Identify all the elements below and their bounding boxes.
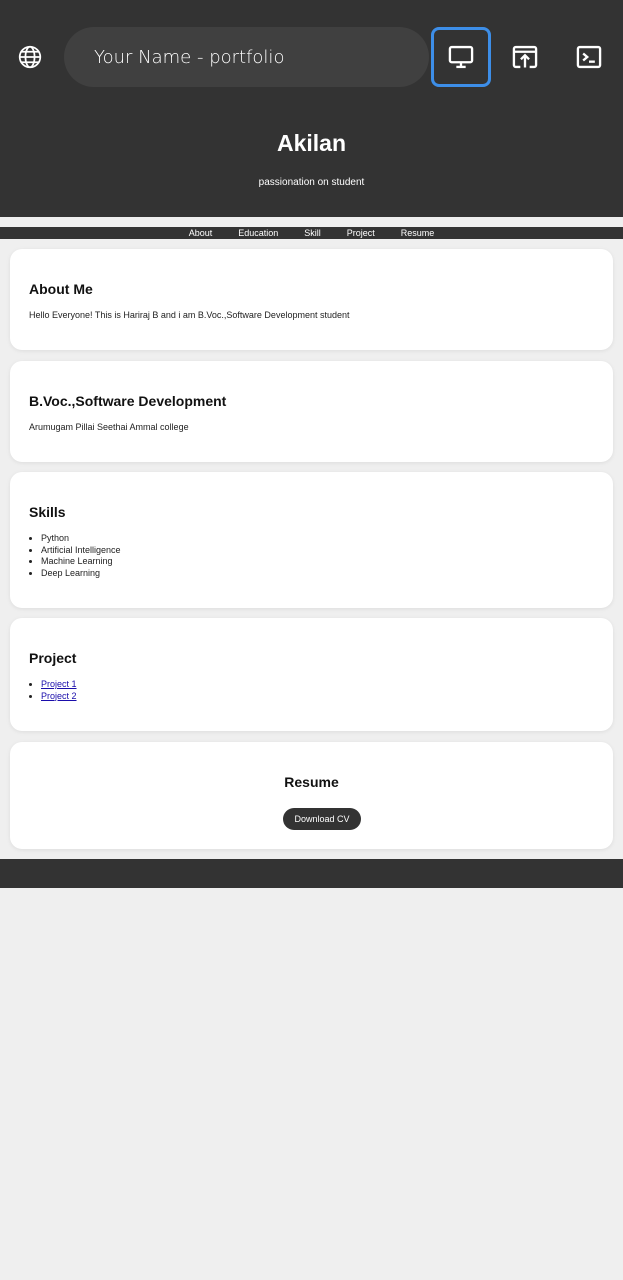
project-item: Project 2 (41, 691, 77, 703)
resume-section: Resume Download CV (10, 742, 613, 849)
education-text: Arumugam Pillai Seethai Ammal college (29, 422, 189, 432)
hero-name: Akilan (276, 130, 347, 156)
about-section: About Me Hello Everyone! This is Hariraj… (10, 249, 613, 350)
project-item: Project 1 (41, 679, 77, 691)
project-heading: Project (29, 650, 77, 666)
skill-item: Deep Learning (41, 568, 121, 580)
nav-link-project[interactable]: Project (334, 228, 388, 238)
address-bar[interactable]: Your Name - portfolio (64, 27, 429, 87)
page-header: Your Name - portfolio Akilan passionatio… (0, 0, 623, 217)
about-heading: About Me (29, 281, 93, 297)
resume-heading: Resume (284, 774, 339, 790)
section-nav: About Education Skill Project Resume (0, 227, 623, 239)
project-section: Project Project 1 Project 2 (10, 618, 613, 731)
skills-list: Python Artificial Intelligence Machine L… (29, 533, 121, 579)
nav-link-about[interactable]: About (176, 228, 226, 238)
education-section: B.Voc.,Software Development Arumugam Pil… (10, 361, 613, 462)
page-title-text: Your Name - portfolio (94, 46, 285, 68)
skill-item: Machine Learning (41, 556, 121, 568)
desktop-monitor-icon (448, 45, 474, 69)
skill-item: Python (41, 533, 121, 545)
nav-link-skill[interactable]: Skill (291, 228, 334, 238)
terminal-button[interactable] (559, 27, 619, 87)
download-cv-button[interactable]: Download CV (283, 808, 361, 830)
hero-tagline: passionation on student (258, 177, 365, 188)
project-link-2[interactable]: Project 2 (41, 691, 77, 701)
site-info-button[interactable] (16, 43, 44, 71)
education-heading: B.Voc.,Software Development (29, 393, 227, 409)
skills-section: Skills Python Artificial Intelligence Ma… (10, 472, 613, 608)
nav-link-resume[interactable]: Resume (388, 228, 448, 238)
desktop-view-button[interactable] (431, 27, 491, 87)
open-in-browser-icon (512, 45, 538, 69)
about-text: Hello Everyone! This is Hariraj B and i … (29, 310, 350, 320)
skills-heading: Skills (29, 504, 66, 520)
open-in-browser-button[interactable] (495, 27, 555, 87)
project-link-1[interactable]: Project 1 (41, 679, 77, 689)
globe-icon (18, 45, 42, 69)
project-list: Project 1 Project 2 (29, 679, 77, 702)
skill-item: Artificial Intelligence (41, 545, 121, 557)
page-footer (0, 859, 623, 888)
terminal-icon (576, 45, 602, 69)
nav-link-education[interactable]: Education (225, 228, 291, 238)
